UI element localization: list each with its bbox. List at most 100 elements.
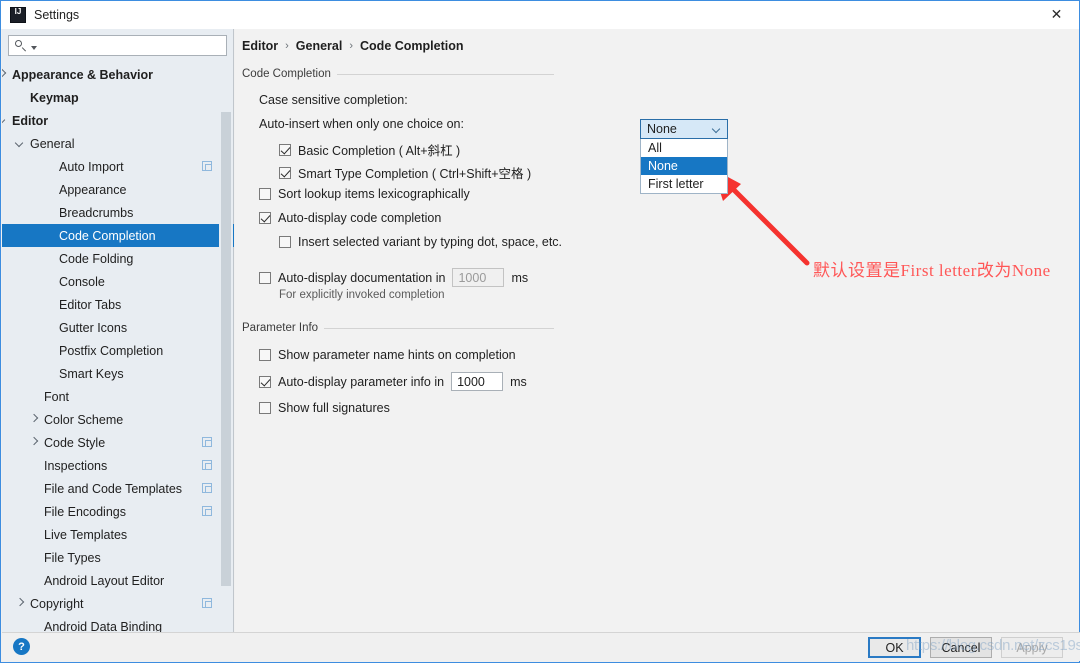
chevron-right-icon[interactable] xyxy=(30,415,39,424)
auto-display-param-input[interactable] xyxy=(451,372,504,391)
sidebar-item-inspections[interactable]: Inspections xyxy=(2,454,234,477)
sidebar-item-label: Breadcrumbs xyxy=(59,205,134,220)
copy-settings-icon[interactable] xyxy=(202,598,212,608)
chevron-down-icon[interactable] xyxy=(2,116,7,125)
auto-display-doc-unit: ms xyxy=(511,270,529,285)
sidebar-item-label: Appearance & Behavior xyxy=(12,67,154,82)
sidebar-item-auto-import[interactable]: Auto Import xyxy=(2,155,234,178)
auto-display-param-row[interactable]: Auto-display parameter info in ms xyxy=(259,372,527,391)
sidebar-item-file-encodings[interactable]: File Encodings xyxy=(2,500,234,523)
sidebar-item-editor[interactable]: Editor xyxy=(2,109,234,132)
basic-completion-checkbox[interactable] xyxy=(279,143,291,156)
sidebar-item-label: Editor xyxy=(12,113,49,128)
sidebar-item-code-completion[interactable]: Code Completion xyxy=(2,224,234,247)
sidebar-item-file-types[interactable]: File Types xyxy=(2,546,234,569)
sidebar-item-label: Appearance xyxy=(59,182,127,197)
insert-variant-checkbox[interactable] xyxy=(279,236,291,248)
sidebar-item-gutter-icons[interactable]: Gutter Icons xyxy=(2,316,234,339)
auto-display-code-checkbox[interactable] xyxy=(259,212,271,224)
sidebar-item-label: Inspections xyxy=(44,458,108,473)
sidebar-item-code-style[interactable]: Code Style xyxy=(2,431,234,454)
smart-type-row[interactable]: Smart Type Completion ( Ctrl+Shift+空格 ) xyxy=(279,163,531,182)
copy-settings-icon[interactable] xyxy=(202,483,212,493)
copy-settings-icon[interactable] xyxy=(202,437,212,447)
sidebar-item-file-and-code-templates[interactable]: File and Code Templates xyxy=(2,477,234,500)
combobox-option[interactable]: First letter xyxy=(641,175,727,193)
ok-button[interactable]: OK xyxy=(868,637,921,658)
auto-display-code-row[interactable]: Auto-display code completion xyxy=(259,211,441,225)
copy-settings-icon[interactable] xyxy=(202,506,212,516)
doc-hint: For explicitly invoked completion xyxy=(279,289,445,301)
chevron-down-icon[interactable] xyxy=(16,139,25,148)
chevron-right-icon[interactable] xyxy=(30,438,39,447)
apply-button[interactable]: Apply xyxy=(1001,637,1063,658)
sidebar-scrollbar-track[interactable] xyxy=(219,57,233,662)
sidebar-item-postfix-completion[interactable]: Postfix Completion xyxy=(2,339,234,362)
chevron-right-icon[interactable] xyxy=(16,599,25,608)
copy-settings-icon[interactable] xyxy=(202,460,212,470)
section-divider xyxy=(336,73,554,75)
sidebar-item-appearance[interactable]: Appearance xyxy=(2,178,234,201)
show-param-hints-row[interactable]: Show parameter name hints on completion xyxy=(259,348,516,362)
search-icon xyxy=(14,39,28,53)
sort-lookup-checkbox[interactable] xyxy=(259,188,271,200)
close-icon[interactable]: ✕ xyxy=(1034,1,1079,28)
sidebar-item-copyright[interactable]: Copyright xyxy=(2,592,234,615)
sidebar-item-smart-keys[interactable]: Smart Keys xyxy=(2,362,234,385)
sidebar-item-color-scheme[interactable]: Color Scheme xyxy=(2,408,234,431)
sidebar-item-label: General xyxy=(30,136,75,151)
dialog-footer: ? OK Cancel Apply xyxy=(2,632,1080,661)
auto-display-param-checkbox[interactable] xyxy=(259,375,271,388)
sidebar-scrollbar-thumb[interactable] xyxy=(221,112,231,586)
case-sensitive-combobox[interactable]: None xyxy=(640,119,728,139)
settings-dialog: Settings ✕ Appearance & Behavior Keymap Ed… xyxy=(0,0,1080,663)
sidebar-item-live-templates[interactable]: Live Templates xyxy=(2,523,234,546)
help-icon[interactable]: ? xyxy=(13,638,30,655)
basic-completion-row[interactable]: Basic Completion ( Alt+斜杠 ) xyxy=(279,140,460,159)
sidebar-item-label: Postfix Completion xyxy=(59,343,164,358)
sidebar-item-label: Auto Import xyxy=(59,159,124,174)
chevron-right-icon[interactable] xyxy=(2,70,7,79)
sidebar-item-label: Color Scheme xyxy=(44,412,124,427)
section-title: Code Completion xyxy=(242,68,337,80)
chevron-down-icon[interactable] xyxy=(713,126,720,133)
sidebar-item-breadcrumbs[interactable]: Breadcrumbs xyxy=(2,201,234,224)
combobox-option[interactable]: None xyxy=(641,157,727,175)
sidebar-item-label: Code Completion xyxy=(59,228,156,243)
basic-completion-label: Basic Completion ( Alt+斜杠 ) xyxy=(298,144,461,158)
sort-lookup-label: Sort lookup items lexicographically xyxy=(278,187,470,201)
breadcrumb-general[interactable]: General xyxy=(296,39,343,53)
sidebar-item-label: Console xyxy=(59,274,105,289)
sidebar-item-editor-tabs[interactable]: Editor Tabs xyxy=(2,293,234,316)
show-param-hints-checkbox[interactable] xyxy=(259,349,271,361)
show-full-signatures-checkbox[interactable] xyxy=(259,402,271,414)
insert-variant-row[interactable]: Insert selected variant by typing dot, s… xyxy=(279,235,562,249)
section-title: Parameter Info xyxy=(242,322,325,334)
sidebar-item-console[interactable]: Console xyxy=(2,270,234,293)
copy-settings-icon[interactable] xyxy=(202,161,212,171)
auto-display-doc-input[interactable] xyxy=(452,268,505,287)
sort-lookup-row[interactable]: Sort lookup items lexicographically xyxy=(259,187,470,201)
auto-display-param-label: Auto-display parameter info in xyxy=(278,374,445,389)
sidebar-item-android-layout-editor[interactable]: Android Layout Editor xyxy=(2,569,234,592)
sidebar-item-keymap[interactable]: Keymap xyxy=(2,86,234,109)
auto-display-doc-checkbox[interactable] xyxy=(259,271,271,284)
combobox-option[interactable]: All xyxy=(641,139,727,157)
cancel-button[interactable]: Cancel xyxy=(930,637,992,658)
settings-tree[interactable]: Appearance & Behavior Keymap Editor General… xyxy=(2,63,234,634)
breadcrumb-editor[interactable]: Editor xyxy=(242,39,278,53)
search-box[interactable] xyxy=(8,35,227,56)
case-sensitive-row: Case sensitive completion: xyxy=(259,93,408,107)
sidebar-item-general[interactable]: General xyxy=(2,132,234,155)
show-full-signatures-row[interactable]: Show full signatures xyxy=(259,401,390,415)
auto-display-doc-label: Auto-display documentation in xyxy=(278,270,446,285)
auto-display-doc-row[interactable]: Auto-display documentation in ms xyxy=(259,268,528,287)
sidebar-item-font[interactable]: Font xyxy=(2,385,234,408)
sidebar-item-label: Live Templates xyxy=(44,527,128,542)
smart-type-checkbox[interactable] xyxy=(279,166,291,179)
search-input[interactable] xyxy=(37,37,226,54)
sidebar-item-label: File Types xyxy=(44,550,101,565)
sidebar-item-code-folding[interactable]: Code Folding xyxy=(2,247,234,270)
sidebar-item-appearance-behavior[interactable]: Appearance & Behavior xyxy=(2,63,234,86)
combobox-dropdown-list[interactable]: All None First letter xyxy=(640,139,728,194)
